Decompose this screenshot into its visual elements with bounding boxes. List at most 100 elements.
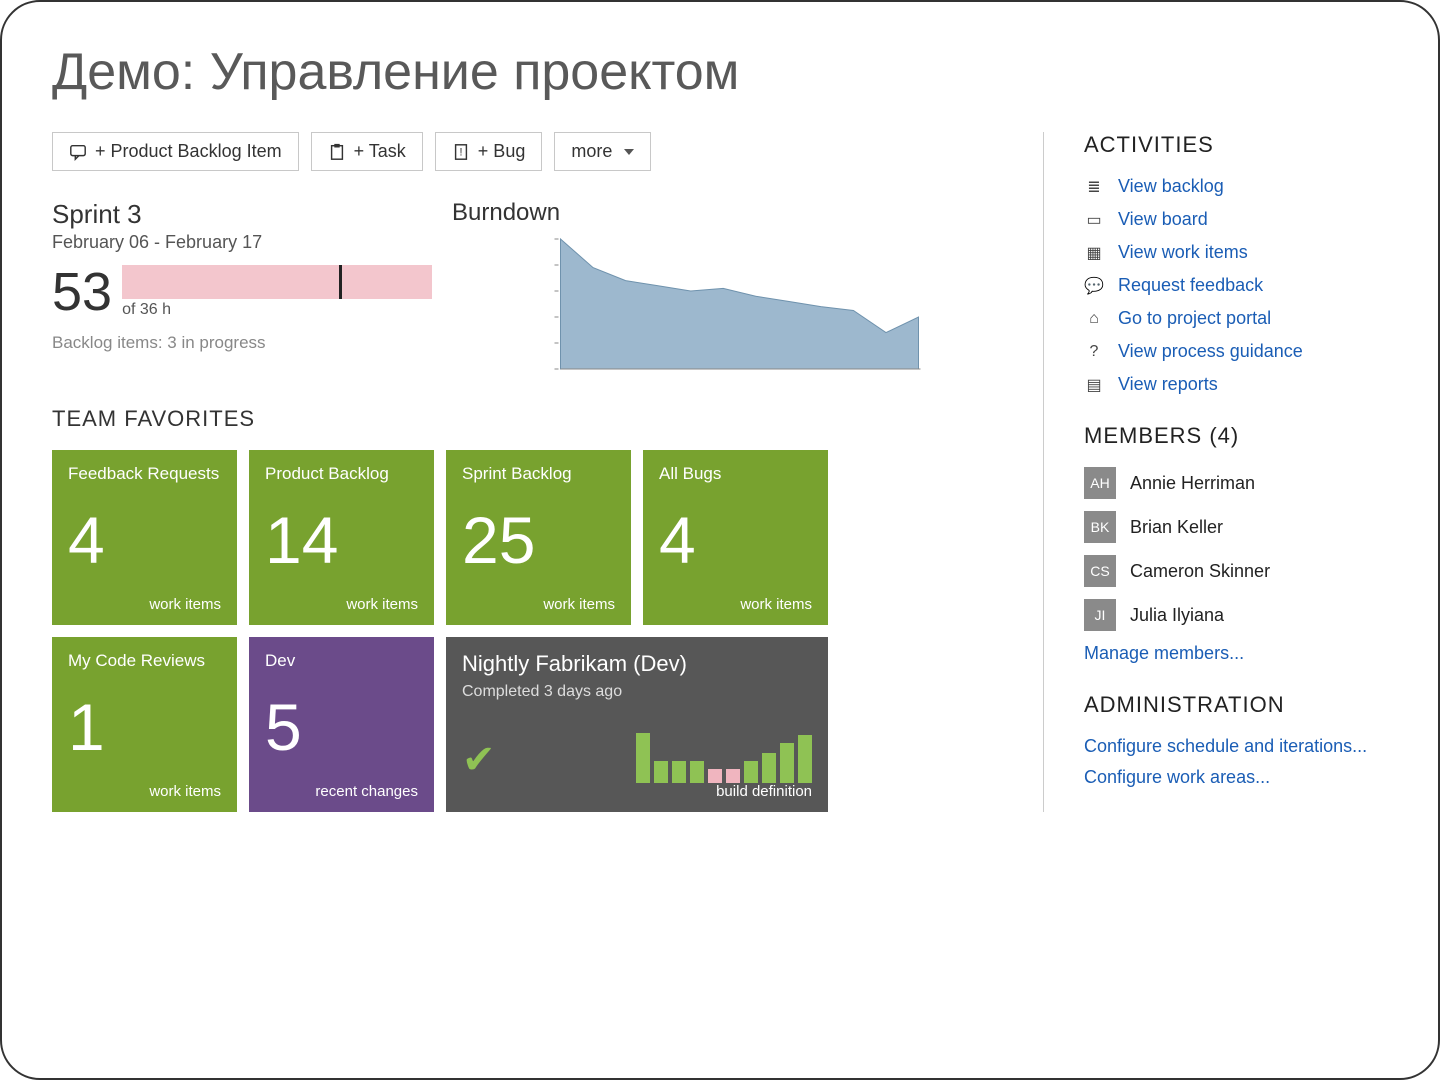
- activity-item[interactable]: ≣ View backlog: [1084, 176, 1388, 197]
- team-favorites-header: TEAM FAVORITES: [52, 406, 1013, 432]
- spark-bar: [690, 761, 704, 783]
- tile-value: 25: [462, 507, 615, 573]
- admin-header: ADMINISTRATION: [1084, 692, 1388, 718]
- add-product-backlog-item-button[interactable]: + Product Backlog Item: [52, 132, 299, 171]
- tile-title: Sprint Backlog: [462, 464, 615, 484]
- tile-product-backlog[interactable]: Product Backlog 14 work items: [249, 450, 434, 625]
- feedback-icon: 💬: [1084, 276, 1104, 296]
- spark-bar: [798, 735, 812, 783]
- admin-link[interactable]: Configure work areas...: [1084, 767, 1388, 788]
- tile-value: 4: [659, 507, 812, 573]
- activity-item[interactable]: ⌂ Go to project portal: [1084, 308, 1388, 329]
- avatar: CS: [1084, 555, 1116, 587]
- tile-build-definition[interactable]: Nightly Fabrikam (Dev) Completed 3 days a…: [446, 637, 828, 812]
- svg-text:!: !: [459, 146, 462, 158]
- tile-sprint-backlog[interactable]: Sprint Backlog 25 work items: [446, 450, 631, 625]
- tile-dev[interactable]: Dev 5 recent changes: [249, 637, 434, 812]
- capacity-bar: [122, 265, 432, 299]
- burndown-chart[interactable]: [452, 233, 1013, 383]
- portal-icon: ⌂: [1084, 309, 1104, 329]
- grid-icon: ▦: [1084, 243, 1104, 263]
- activity-item[interactable]: ▦ View work items: [1084, 242, 1388, 263]
- member-name: Brian Keller: [1130, 517, 1223, 538]
- activities-header: ACTIVITIES: [1084, 132, 1388, 158]
- tile-all-bugs[interactable]: All Bugs 4 work items: [643, 450, 828, 625]
- activity-item[interactable]: ▭ View board: [1084, 209, 1388, 230]
- activity-link[interactable]: Request feedback: [1118, 275, 1263, 296]
- toolbar: + Product Backlog Item + Task ! + Bug mo…: [52, 132, 1013, 171]
- tile-footer: build definition: [462, 783, 812, 800]
- member-item: AH Annie Herriman: [1084, 467, 1388, 499]
- spark-bar: [672, 761, 686, 783]
- sprint-hours-number: 53: [52, 265, 112, 319]
- members-list: AHAnnie HerrimanBKBrian KellerCSCameron …: [1084, 467, 1388, 631]
- manage-members-link[interactable]: Manage members...: [1084, 643, 1388, 664]
- board-icon: ▭: [1084, 210, 1104, 230]
- tile-subtitle: Completed 3 days ago: [462, 683, 812, 701]
- sprint-dates: February 06 - February 17: [52, 232, 432, 253]
- button-label: more: [571, 141, 612, 162]
- member-item: JI Julia Ilyiana: [1084, 599, 1388, 631]
- tile-footer: work items: [659, 596, 812, 613]
- help-icon: ?: [1084, 342, 1104, 362]
- tile-title: Product Backlog: [265, 464, 418, 484]
- burndown-panel: Burndown: [452, 199, 1013, 388]
- member-item: BK Brian Keller: [1084, 511, 1388, 543]
- check-icon: ✔: [462, 737, 496, 783]
- avatar: JI: [1084, 599, 1116, 631]
- avatar: AH: [1084, 467, 1116, 499]
- tile-value: 14: [265, 507, 418, 573]
- tile-title: All Bugs: [659, 464, 812, 484]
- members-header: MEMBERS (4): [1084, 423, 1388, 449]
- member-name: Annie Herriman: [1130, 473, 1255, 494]
- activity-link[interactable]: View board: [1118, 209, 1208, 230]
- spark-bar: [762, 753, 776, 783]
- activity-item[interactable]: 💬 Request feedback: [1084, 275, 1388, 296]
- tile-footer: work items: [462, 596, 615, 613]
- tile-title: Feedback Requests: [68, 464, 221, 484]
- clipboard-icon: [328, 143, 346, 161]
- activity-link[interactable]: View backlog: [1118, 176, 1224, 197]
- button-label: + Task: [354, 141, 406, 162]
- sprint-title: Sprint 3: [52, 199, 432, 230]
- member-name: Julia Ilyiana: [1130, 605, 1224, 626]
- tile-value: 1: [68, 694, 221, 760]
- add-task-button[interactable]: + Task: [311, 132, 423, 171]
- spark-bar: [636, 733, 650, 783]
- avatar: BK: [1084, 511, 1116, 543]
- backlog-progress: Backlog items: 3 in progress: [52, 333, 432, 353]
- list-icon: ≣: [1084, 177, 1104, 197]
- activity-item[interactable]: ? View process guidance: [1084, 341, 1388, 362]
- spark-bar: [726, 769, 740, 783]
- build-sparkbars: [636, 723, 812, 783]
- tiles-grid: Feedback Requests4work itemsProduct Back…: [52, 450, 1013, 812]
- sprint-summary: Sprint 3 February 06 - February 17 53 of…: [52, 199, 432, 388]
- button-label: + Bug: [478, 141, 526, 162]
- tile-my-code-reviews[interactable]: My Code Reviews 1 work items: [52, 637, 237, 812]
- activity-link[interactable]: View process guidance: [1118, 341, 1303, 362]
- spark-bar: [744, 761, 758, 783]
- slide-title: Демо: Управление проектом: [52, 42, 1388, 102]
- tile-footer: recent changes: [265, 783, 418, 800]
- tile-title: Nightly Fabrikam (Dev): [462, 651, 812, 677]
- activity-link[interactable]: Go to project portal: [1118, 308, 1271, 329]
- activity-item[interactable]: ▤ View reports: [1084, 374, 1388, 395]
- bug-icon: !: [452, 143, 470, 161]
- activity-link[interactable]: View work items: [1118, 242, 1248, 263]
- burndown-title: Burndown: [452, 199, 1013, 227]
- add-bug-button[interactable]: ! + Bug: [435, 132, 543, 171]
- tile-footer: work items: [265, 596, 418, 613]
- tile-value: 5: [265, 694, 418, 760]
- capacity-bar-mark: [339, 265, 342, 299]
- tile-footer: work items: [68, 783, 221, 800]
- tile-title: Dev: [265, 651, 418, 671]
- report-icon: ▤: [1084, 375, 1104, 395]
- tile-feedback-requests[interactable]: Feedback Requests4work items: [52, 450, 237, 625]
- admin-link[interactable]: Configure schedule and iterations...: [1084, 736, 1388, 757]
- activity-link[interactable]: View reports: [1118, 374, 1218, 395]
- tile-footer: work items: [68, 596, 221, 613]
- admin-links: Configure schedule and iterations... Conf…: [1084, 736, 1388, 788]
- capacity-label: of 36 h: [122, 301, 432, 319]
- tile-title: My Code Reviews: [68, 651, 221, 671]
- more-button[interactable]: more: [554, 132, 651, 171]
